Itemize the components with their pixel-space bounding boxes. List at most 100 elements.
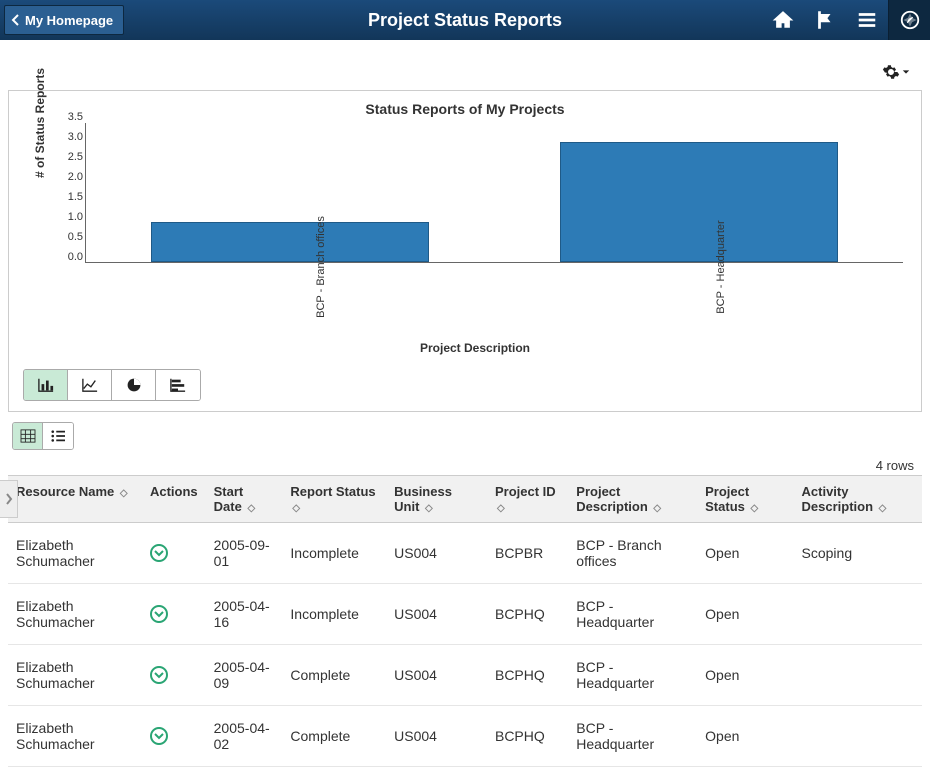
- cell-resource-name: Elizabeth Schumacher: [8, 523, 142, 584]
- column-header[interactable]: Report Status ◇: [282, 476, 386, 523]
- cell-resource-name: Elizabeth Schumacher: [8, 584, 142, 645]
- settings-button[interactable]: [882, 60, 910, 84]
- home-icon: [772, 9, 794, 31]
- menu-button[interactable]: [846, 0, 888, 40]
- cell-actions: [142, 584, 206, 645]
- column-header-label: Report Status: [290, 484, 375, 499]
- table-row: Elizabeth Schumacher 2005-09-01Incomplete…: [8, 523, 922, 584]
- hamburger-icon: [856, 9, 878, 31]
- column-header-label: Activity Description: [802, 484, 874, 514]
- cell-project-status: Open: [697, 584, 793, 645]
- cell-project-status: Open: [697, 706, 793, 767]
- chart-y-tick: 2.5: [55, 151, 83, 163]
- row-actions-button[interactable]: [150, 544, 168, 562]
- pie-chart-icon: [126, 377, 142, 393]
- column-header-label: Business Unit: [394, 484, 452, 514]
- chart-y-tick: 2.0: [55, 171, 83, 183]
- flag-icon: [814, 9, 836, 31]
- sort-icon: ◇: [425, 503, 433, 514]
- sort-icon: ◇: [751, 503, 759, 514]
- column-header[interactable]: Start Date ◇: [206, 476, 283, 523]
- cell-start-date: 2005-09-01: [206, 523, 283, 584]
- data-grid: Resource Name ◇ActionsStart Date ◇Report…: [8, 475, 922, 767]
- cell-project-id: BCPBR: [487, 523, 568, 584]
- cell-business-unit: US004: [386, 523, 487, 584]
- column-header[interactable]: Business Unit ◇: [386, 476, 487, 523]
- cell-start-date: 2005-04-09: [206, 645, 283, 706]
- sort-icon: ◇: [879, 503, 887, 514]
- gear-icon: [882, 63, 900, 81]
- chart-y-axis-label: # of Status Reports: [33, 68, 47, 178]
- chevron-left-icon: [11, 14, 21, 26]
- expand-panel-tab[interactable]: [0, 480, 18, 518]
- row-actions-button[interactable]: [150, 605, 168, 623]
- cell-project-status: Open: [697, 645, 793, 706]
- bar-chart-icon: [37, 377, 55, 393]
- chart-y-tick: 3.0: [55, 131, 83, 143]
- chart-type-hbar-button[interactable]: [156, 370, 200, 400]
- table-row: Elizabeth Schumacher2005-04-02CompleteUS…: [8, 706, 922, 767]
- chart-title: Status Reports of My Projects: [23, 101, 907, 117]
- chart-bar[interactable]: [151, 222, 429, 262]
- cell-report-status: Incomplete: [282, 523, 386, 584]
- column-header-label: Project Status: [705, 484, 749, 514]
- chart-y-tick: 1.0: [55, 211, 83, 223]
- column-header: Actions: [142, 476, 206, 523]
- grid-header-row: Resource Name ◇ActionsStart Date ◇Report…: [8, 476, 922, 523]
- column-header-label: Resource Name: [16, 484, 114, 499]
- cell-project-description: BCP - Headquarter: [568, 706, 697, 767]
- top-icon-bar: [762, 0, 930, 40]
- hbar-chart-icon: [169, 377, 187, 393]
- chart-bar[interactable]: [560, 142, 838, 262]
- chart-area: # of Status Reports 0.00.51.01.52.02.53.…: [43, 123, 907, 363]
- row-actions-button[interactable]: [150, 666, 168, 684]
- navigator-button[interactable]: [888, 0, 930, 40]
- chart-type-toolbar: [23, 369, 201, 401]
- column-header[interactable]: Resource Name ◇: [8, 476, 142, 523]
- column-header[interactable]: Project Description ◇: [568, 476, 697, 523]
- top-bar: My Homepage Project Status Reports: [0, 0, 930, 40]
- column-header-label: Actions: [150, 484, 198, 499]
- column-header-label: Project Description: [576, 484, 648, 514]
- cell-actions: [142, 645, 206, 706]
- caret-down-icon: [902, 68, 910, 76]
- chart-panel: Status Reports of My Projects # of Statu…: [8, 90, 922, 412]
- cell-report-status: Complete: [282, 645, 386, 706]
- grid-icon: [20, 429, 36, 443]
- chart-y-tick: 0.0: [55, 251, 83, 263]
- cell-report-status: Complete: [282, 706, 386, 767]
- cell-project-id: BCPHQ: [487, 706, 568, 767]
- column-header-label: Project ID: [495, 484, 556, 499]
- row-actions-button[interactable]: [150, 727, 168, 745]
- chart-y-tick: 0.5: [55, 231, 83, 243]
- cell-report-status: Incomplete: [282, 584, 386, 645]
- cell-business-unit: US004: [386, 584, 487, 645]
- column-header[interactable]: Project ID ◇: [487, 476, 568, 523]
- column-header[interactable]: Activity Description ◇: [794, 476, 922, 523]
- column-header[interactable]: Project Status ◇: [697, 476, 793, 523]
- compass-icon: [899, 9, 921, 31]
- chart-x-axis-label: Project Description: [43, 341, 907, 355]
- grid-view-button[interactable]: [13, 423, 43, 449]
- chart-y-tick: 1.5: [55, 191, 83, 203]
- back-button[interactable]: My Homepage: [4, 5, 124, 35]
- row-count-label: 4 rows: [8, 458, 922, 473]
- chart-type-pie-button[interactable]: [112, 370, 156, 400]
- chart-type-bar-button[interactable]: [24, 370, 68, 400]
- back-button-label: My Homepage: [25, 13, 113, 28]
- column-header-label: Start Date: [214, 484, 244, 514]
- cell-resource-name: Elizabeth Schumacher: [8, 645, 142, 706]
- home-button[interactable]: [762, 0, 804, 40]
- flag-button[interactable]: [804, 0, 846, 40]
- chevron-down-icon: [154, 549, 164, 557]
- list-view-button[interactable]: [43, 423, 73, 449]
- cell-project-description: BCP - Branch offices: [568, 523, 697, 584]
- sort-icon: ◇: [292, 503, 300, 514]
- chart-x-category: BCP - Branch offices: [315, 207, 327, 327]
- chart-type-line-button[interactable]: [68, 370, 112, 400]
- sort-icon: ◇: [120, 488, 128, 499]
- table-row: Elizabeth Schumacher2005-04-09CompleteUS…: [8, 645, 922, 706]
- line-chart-icon: [81, 377, 99, 393]
- cell-project-id: BCPHQ: [487, 584, 568, 645]
- cell-resource-name: Elizabeth Schumacher: [8, 706, 142, 767]
